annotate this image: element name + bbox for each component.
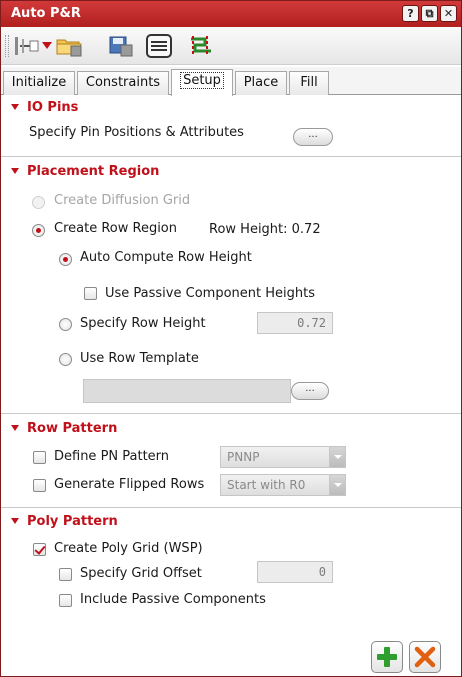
cross-icon: [414, 646, 436, 668]
row-height-readout: Row Height: 0.72: [209, 222, 321, 237]
section-title: IO Pins: [27, 100, 79, 115]
window-title: Auto P&R: [11, 6, 81, 21]
auto-compute-row-height-label: Auto Compute Row Height: [80, 250, 252, 265]
poly-pattern-header[interactable]: Poly Pattern: [11, 514, 118, 529]
cancel-button[interactable]: [409, 641, 441, 673]
create-row-region-radio[interactable]: [32, 224, 45, 237]
use-passive-heights-label: Use Passive Component Heights: [105, 286, 315, 301]
use-row-template-radio[interactable]: [59, 353, 72, 366]
use-passive-heights-checkbox[interactable]: [84, 287, 97, 300]
tab-initialize[interactable]: Initialize: [3, 71, 75, 95]
generate-flipped-rows-label: Generate Flipped Rows: [54, 477, 205, 492]
tab-fill[interactable]: Fill: [289, 71, 329, 95]
collapse-triangle-icon[interactable]: [11, 517, 19, 524]
io-pins-header[interactable]: IO Pins: [11, 100, 78, 115]
section-title: Placement Region: [27, 164, 160, 179]
plus-icon: [377, 647, 397, 667]
open-folder-icon[interactable]: [55, 33, 83, 59]
save-icon[interactable]: [107, 33, 135, 59]
row-height-input[interactable]: 0.72: [257, 312, 333, 334]
tab-label: Setup: [180, 72, 224, 89]
collapse-triangle-icon[interactable]: [11, 424, 19, 431]
add-button[interactable]: [371, 641, 403, 673]
flipped-rows-select[interactable]: Start with R0: [220, 474, 346, 496]
generate-flipped-rows-checkbox[interactable]: [33, 479, 46, 492]
tab-bar: Initialize Constraints Setup Place Fill: [1, 67, 461, 96]
list-menu-icon[interactable]: [145, 33, 173, 59]
create-diffusion-grid-label: Create Diffusion Grid: [54, 193, 191, 208]
row-template-browse-button[interactable]: ...: [291, 382, 329, 400]
use-row-template-label: Use Row Template: [80, 351, 199, 366]
include-passive-components-checkbox[interactable]: [59, 594, 72, 607]
section-divider: [1, 156, 461, 157]
route-tool-icon[interactable]: [187, 33, 215, 59]
auto-compute-row-height-radio[interactable]: [59, 253, 72, 266]
chevron-down-icon[interactable]: [329, 447, 345, 467]
row-template-input[interactable]: [83, 379, 291, 403]
title-bar[interactable]: Auto P&R ? ⧉ ✕: [1, 1, 461, 27]
section-divider: [1, 413, 461, 414]
tab-place[interactable]: Place: [235, 71, 287, 95]
pn-pattern-select[interactable]: PNNP: [220, 446, 346, 468]
create-poly-grid-checkbox[interactable]: [33, 543, 46, 556]
specify-grid-offset-checkbox[interactable]: [59, 568, 72, 581]
close-icon[interactable]: ✕: [440, 5, 457, 22]
collapse-triangle-icon[interactable]: [11, 103, 19, 110]
define-pn-pattern-checkbox[interactable]: [33, 451, 46, 464]
pin-attributes-button[interactable]: ...: [293, 128, 333, 146]
toolbar: [1, 27, 461, 65]
tab-constraints[interactable]: Constraints: [77, 71, 169, 95]
create-poly-grid-label: Create Poly Grid (WSP): [54, 541, 203, 556]
chevron-down-icon[interactable]: [329, 475, 345, 495]
pn-pattern-value: PNNP: [227, 450, 260, 464]
section-title: Row Pattern: [27, 421, 118, 436]
create-row-region-label: Create Row Region: [54, 221, 177, 236]
row-pattern-header[interactable]: Row Pattern: [11, 421, 117, 436]
toolbar-grip[interactable]: [5, 35, 9, 57]
setup-panel: IO Pins Specify Pin Positions & Attribut…: [1, 96, 461, 676]
tab-setup[interactable]: Setup: [171, 69, 233, 96]
auto-pr-window: Auto P&R ? ⧉ ✕ Initialize Constraints Se…: [0, 0, 462, 677]
tab-label: Constraints: [85, 75, 161, 90]
window-controls: ? ⧉ ✕: [402, 5, 457, 22]
placement-region-header[interactable]: Placement Region: [11, 164, 159, 179]
section-divider: [1, 507, 461, 508]
specify-grid-offset-label: Specify Grid Offset: [80, 566, 202, 581]
specify-row-height-label: Specify Row Height: [80, 316, 206, 331]
tab-label: Place: [243, 75, 279, 90]
grid-offset-input[interactable]: 0: [257, 561, 333, 583]
section-title: Poly Pattern: [27, 514, 118, 529]
tab-label: Fill: [300, 75, 318, 90]
dropdown-arrow-icon[interactable]: [39, 33, 55, 59]
define-pn-pattern-label: Define PN Pattern: [54, 449, 170, 464]
pin-tool-icon[interactable]: [13, 33, 41, 59]
specify-pin-label: Specify Pin Positions & Attributes: [29, 125, 244, 140]
help-icon[interactable]: ?: [402, 5, 419, 22]
create-diffusion-grid-radio[interactable]: [32, 196, 45, 209]
tab-label: Initialize: [11, 75, 67, 90]
specify-row-height-radio[interactable]: [59, 318, 72, 331]
flipped-rows-value: Start with R0: [227, 478, 306, 492]
float-icon[interactable]: ⧉: [421, 5, 438, 22]
include-passive-components-label: Include Passive Components: [80, 592, 266, 607]
collapse-triangle-icon[interactable]: [11, 167, 19, 174]
